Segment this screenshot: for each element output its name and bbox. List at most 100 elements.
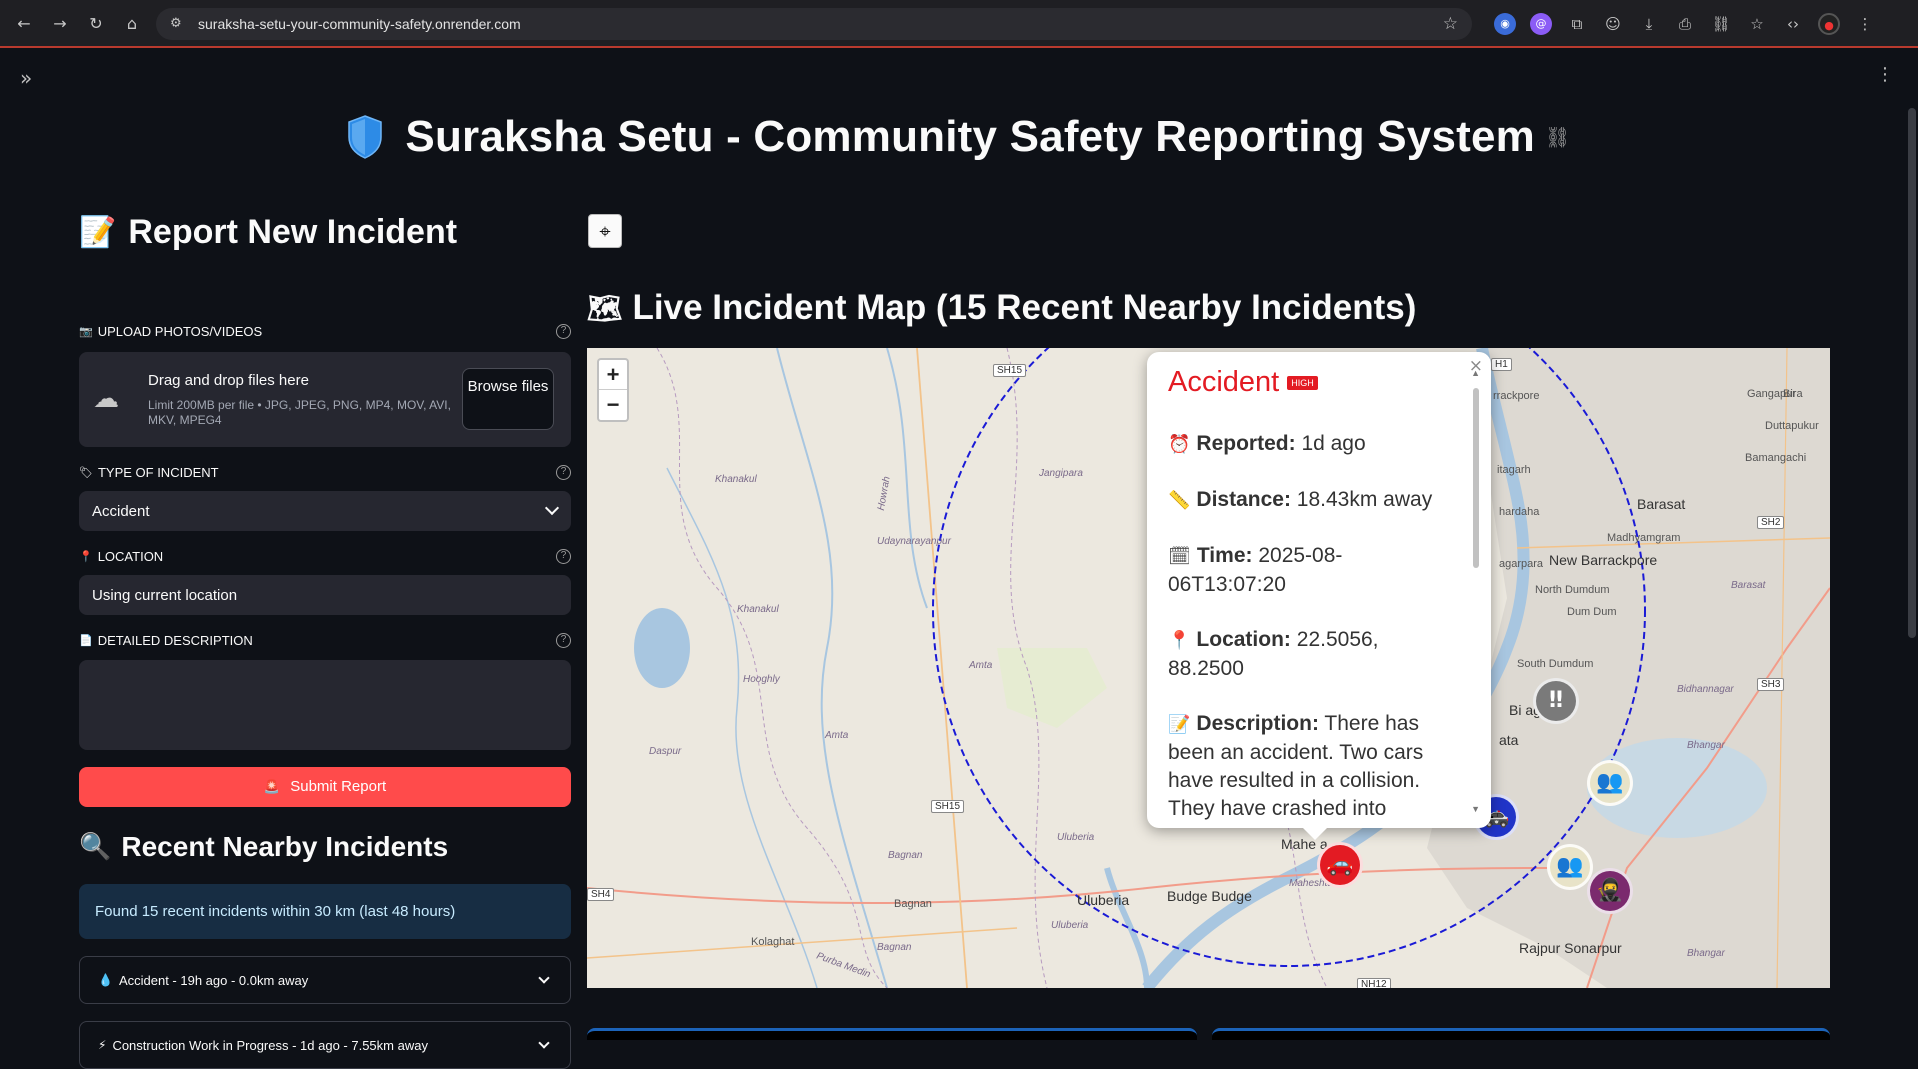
map-label: Barasat [1731,580,1766,591]
browser-toolbar: ← → ↻ ⌂ ⚙ suraksha-setu-your-community-s… [0,0,1918,48]
chevron-down-icon [544,500,560,516]
popup-location: 📍 Location: 22.5056, 88.2500 [1168,626,1408,683]
report-column: 📝 Report New Incident 📷 UPLOAD PHOTOS/VI… [79,210,571,1069]
map-label: Bhangar [1687,740,1725,751]
popup-time-label: Time: [1196,544,1253,567]
description-label-text: DETAILED DESCRIPTION [97,633,253,648]
submit-report-button[interactable]: 🚨 Submit Report [79,767,571,807]
lightning-icon: ⚡ [98,1038,107,1052]
print-icon[interactable]: ⎙ [1674,13,1696,35]
accident-marker[interactable]: 🚗 [1317,842,1363,888]
location-value: Using current location [92,586,238,604]
road-shield: H1 [1491,358,1512,371]
map-label: agarpara [1499,558,1544,570]
link-icon[interactable]: ⛓ [1710,13,1732,35]
sidebar-expand-icon[interactable]: » [20,66,32,90]
road-shield: SH4 [587,888,615,901]
profile-avatar-icon[interactable]: ● [1818,13,1840,35]
help-icon[interactable]: ? [556,324,571,339]
popup-scrollbar[interactable] [1473,388,1479,568]
map-label: Bagnan [877,942,912,953]
incognito-icon[interactable]: ☺ [1602,13,1624,35]
favorite-icon[interactable]: ☆ [1746,13,1768,35]
crowd-marker[interactable]: 👥 [1587,760,1633,806]
locate-me-button[interactable]: ⌖ [588,214,622,248]
help-icon[interactable]: ? [556,465,571,480]
scroll-down-icon[interactable]: ▼ [1471,804,1480,814]
anchor-link-icon[interactable]: ⛓ [1545,125,1571,149]
road-shield: NH12 [1357,978,1391,988]
camera-icon: 📷 [79,325,93,338]
siren-icon: 🚨 [263,780,281,795]
zoom-out-button[interactable]: − [599,390,627,420]
map-label: Uluberia [1051,920,1089,931]
map-label: Madhyamgram [1607,532,1681,544]
address-bar[interactable]: ⚙ suraksha-setu-your-community-safety.on… [156,8,1472,40]
road-shield: SH15 [931,800,965,813]
map-label: Bidhannagar [1677,684,1734,695]
upload-limit-text: Limit 200MB per file • JPG, JPEG, PNG, M… [148,398,451,427]
reload-icon[interactable]: ↻ [84,12,108,36]
site-settings-icon[interactable]: ⚙ [170,16,186,32]
extension-icon[interactable]: ◉ [1494,13,1516,35]
home-icon[interactable]: ⌂ [120,12,144,36]
forward-icon[interactable]: → [48,12,72,36]
popup-title: Accident HIGH [1168,366,1318,399]
map-label: Khanakul [737,604,779,615]
description-textarea[interactable] [79,660,571,750]
theft-marker[interactable]: 🥷 [1587,868,1633,914]
recent-heading: 🔍 Recent Nearby Incidents [79,831,448,863]
map-label: Kolaghat [751,936,795,948]
extension-at-icon[interactable]: @ [1530,13,1552,35]
app-container: » ⋮ Suraksha Setu - Community Safety Rep… [0,50,1918,1069]
popup-tip [1303,828,1327,840]
page-scrollbar[interactable] [1908,108,1916,638]
chart-panel-left [587,1028,1197,1040]
road-shield: SH2 [1757,516,1785,529]
document-icon: 📄 [79,634,93,647]
incident-expander-2[interactable]: ⚡ Construction Work in Progress - 1d ago… [79,1021,571,1069]
map-label: Bagnan [888,850,923,861]
popup-reported-label: Reported: [1196,432,1296,455]
map-heading-text: Live Incident Map (15 Recent Nearby Inci… [632,288,1417,327]
download-icon[interactable]: ⤓ [1638,13,1660,35]
incident-expander-1[interactable]: 💧 Accident - 19h ago - 0.0km away [79,956,571,1004]
file-uploader[interactable]: ☁ Drag and drop files here Limit 200MB p… [79,352,571,447]
tag-icon: 🏷 [79,466,93,479]
extensions-puzzle-icon[interactable]: ⧉ [1566,13,1588,35]
back-icon[interactable]: ← [12,12,36,36]
bookmark-star-icon[interactable]: ☆ [1443,14,1458,34]
browser-menu-icon[interactable]: ⋮ [1854,13,1876,35]
scroll-up-icon[interactable]: ▲ [1471,368,1480,378]
help-icon[interactable]: ? [556,633,571,648]
location-input[interactable]: Using current location [79,575,571,615]
map-label: North Dumdum [1535,584,1610,596]
map-label: itagarh [1497,464,1531,476]
map-label: Duttapukur [1765,420,1819,432]
devtools-icon[interactable]: ‹› [1782,13,1804,35]
ruler-icon: 📏 [1168,490,1191,511]
severity-badge: HIGH [1287,376,1318,390]
upload-label-text: UPLOAD PHOTOS/VIDEOS [97,324,263,339]
popup-distance-value: 18.43km away [1296,488,1433,511]
map-label: Dum Dum [1567,606,1617,618]
alert-marker[interactable]: ‼ [1533,678,1579,724]
calendar-icon: 🗓 [1168,546,1191,567]
page-title: Suraksha Setu - Community Safety Reporti… [347,112,1570,162]
incident-type-select[interactable]: Accident [79,491,571,531]
map-label: Daspur [649,746,682,757]
zoom-in-button[interactable]: + [599,360,627,390]
description-label: 📄 DETAILED DESCRIPTION ? [79,633,571,648]
map-label: Khanakul [715,474,757,485]
crowd-marker[interactable]: 👥 [1547,844,1593,890]
help-icon[interactable]: ? [556,549,571,564]
browse-files-button[interactable]: Browse files [462,368,554,430]
chevron-down-icon [538,972,550,984]
cloud-upload-icon: ☁ [93,384,119,414]
incident-map[interactable]: Gangapur Bira Duttapukur Bamangachi Bara… [587,348,1830,988]
popup-reported: ⏰ Reported: 1d ago [1168,430,1458,459]
app-menu-icon[interactable]: ⋮ [1876,64,1894,85]
map-label: Hooghly [743,674,780,685]
incident-type-label-text: TYPE OF INCIDENT [97,465,219,480]
map-label: Barasat [1637,496,1686,512]
